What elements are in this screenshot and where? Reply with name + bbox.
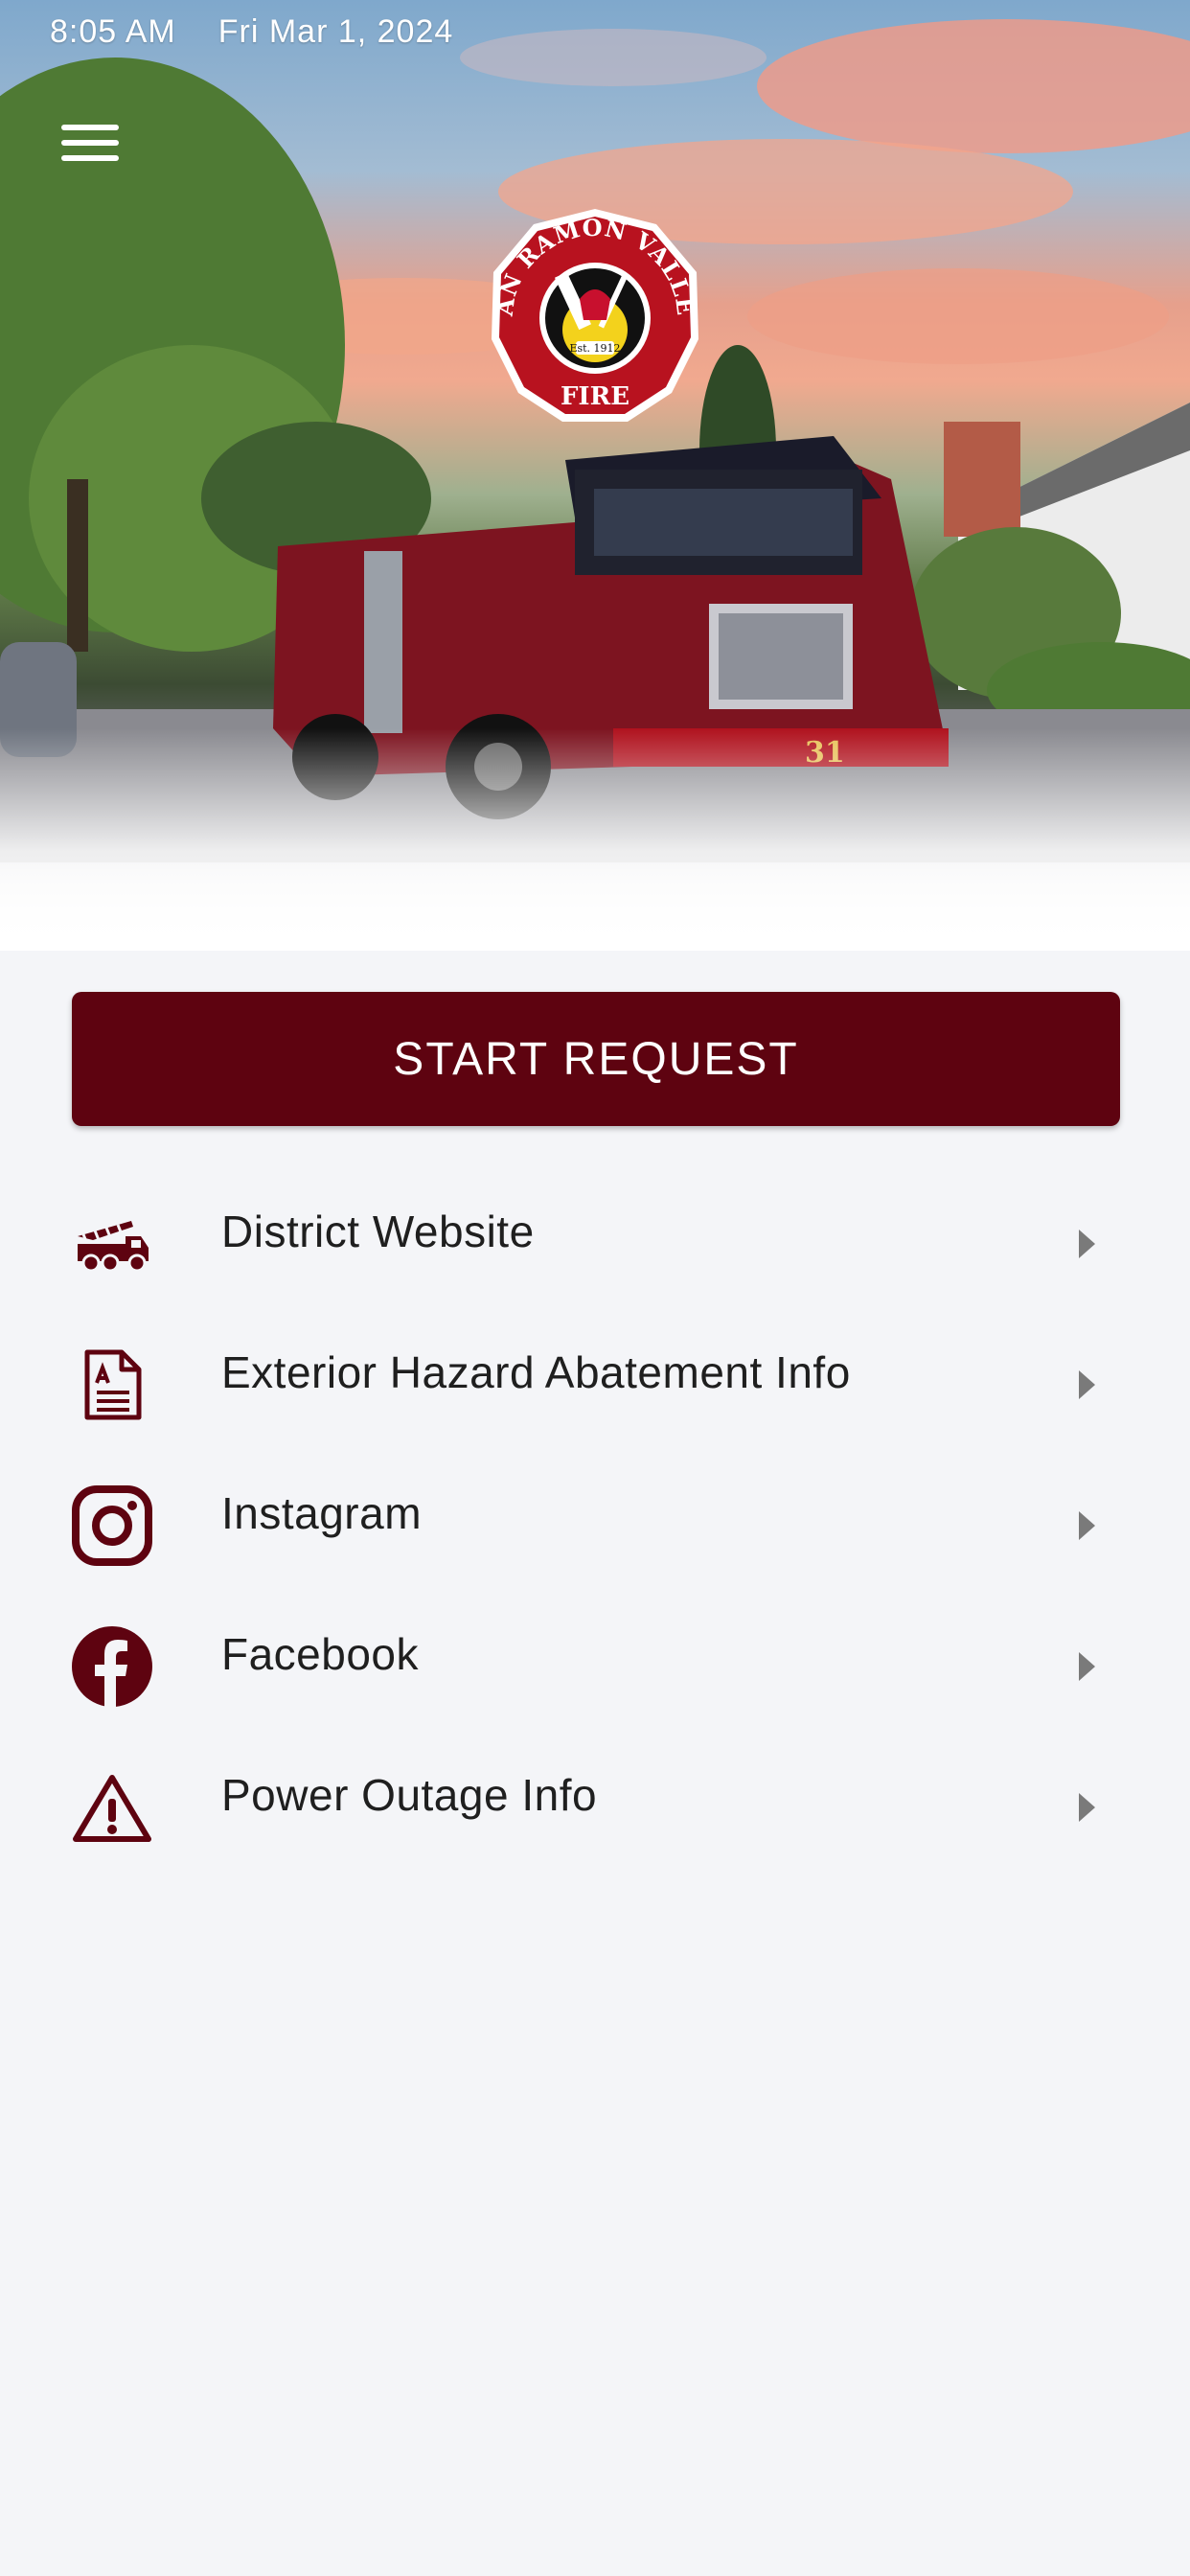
hero-fade xyxy=(0,728,1190,951)
menu-icon-bar xyxy=(61,125,119,130)
list-item-instagram[interactable]: Instagram xyxy=(0,1446,1190,1587)
document-icon xyxy=(71,1344,153,1426)
list-item-exterior-hazard-abatement[interactable]: Exterior Hazard Abatement Info xyxy=(0,1305,1190,1446)
status-time: 8:05 AM xyxy=(50,13,176,50)
hamburger-menu-button[interactable] xyxy=(54,115,130,172)
chevron-right-icon xyxy=(1079,1230,1095,1258)
list-item-label: Instagram xyxy=(221,1488,423,1538)
logo-established: Est. 1912 xyxy=(569,342,620,355)
list-item-label: Power Outage Info xyxy=(221,1770,598,1820)
chevron-right-icon xyxy=(1079,1652,1095,1681)
chevron-right-icon xyxy=(1079,1511,1095,1540)
instagram-icon xyxy=(71,1484,153,1567)
logo-fire-text: FIRE xyxy=(561,382,629,411)
menu-icon-bar xyxy=(61,140,119,146)
list-item-power-outage[interactable]: Power Outage Info xyxy=(0,1728,1190,1869)
status-bar: 8:05 AM Fri Mar 1, 2024 xyxy=(50,13,453,56)
district-logo: SAN RAMON VALLEY Est. 1912 FIRE xyxy=(484,205,698,422)
list-item-label: Facebook xyxy=(221,1629,420,1679)
fire-truck-icon xyxy=(71,1203,153,1285)
warning-icon xyxy=(71,1766,153,1849)
facebook-icon xyxy=(71,1625,153,1708)
list-item-district-website[interactable]: District Website xyxy=(0,1164,1190,1305)
chevron-right-icon xyxy=(1079,1793,1095,1822)
start-request-button[interactable]: START REQUEST xyxy=(72,992,1120,1126)
list-item-facebook[interactable]: Facebook xyxy=(0,1587,1190,1728)
status-date: Fri Mar 1, 2024 xyxy=(217,13,454,50)
hero-banner: 31 8:05 AM Fri Mar 1, 2024 SAN RAMON VAL… xyxy=(0,0,1190,951)
menu-list: District Website Exterior Hazard Abateme… xyxy=(0,1164,1190,1869)
chevron-right-icon xyxy=(1079,1370,1095,1399)
list-item-label: District Website xyxy=(221,1207,535,1256)
menu-icon-bar xyxy=(61,155,119,161)
list-item-label: Exterior Hazard Abatement Info xyxy=(221,1347,851,1397)
